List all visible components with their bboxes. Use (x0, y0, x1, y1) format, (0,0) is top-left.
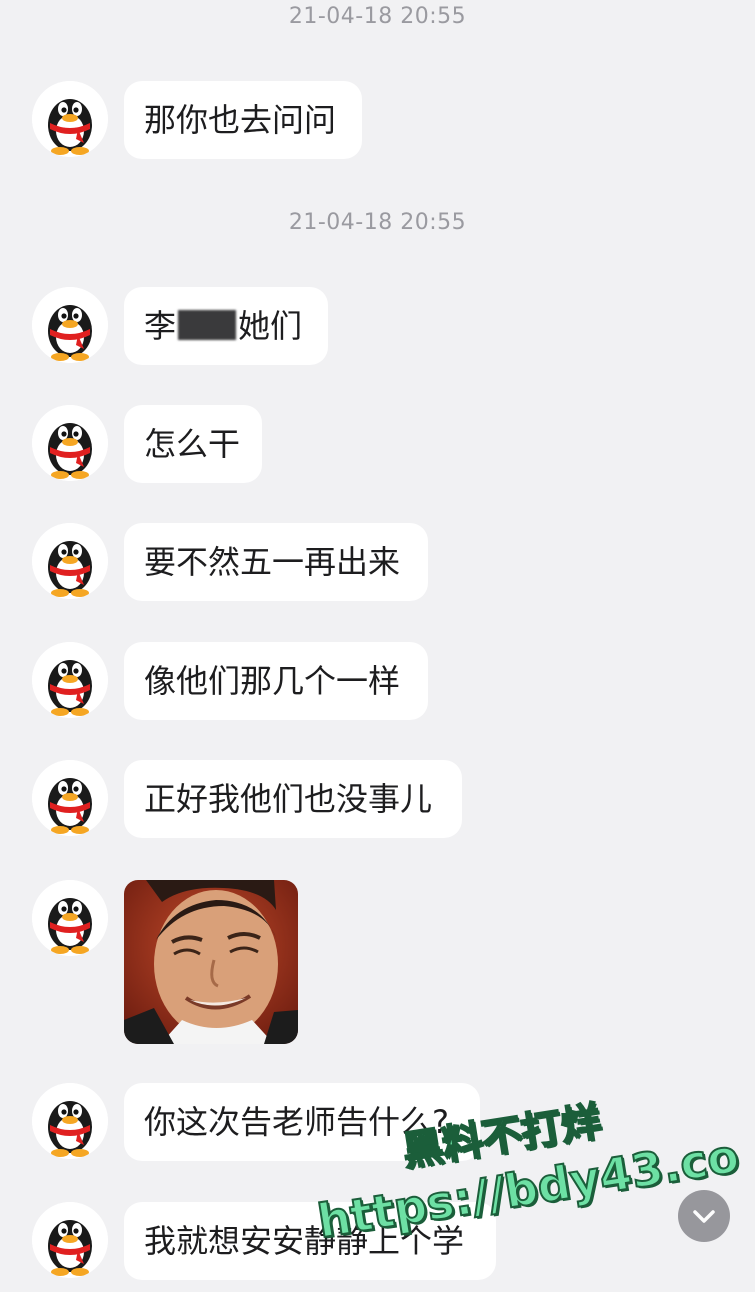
message-text-prefix: 李 (144, 307, 177, 345)
message-bubble[interactable]: 你这次告老师告什么? (124, 1083, 480, 1161)
qq-penguin-avatar-icon (32, 523, 108, 599)
smiling-man-sticker-icon (124, 880, 298, 1044)
qq-penguin-avatar-icon (32, 642, 108, 718)
avatar[interactable] (32, 1083, 108, 1159)
avatar[interactable] (32, 81, 108, 157)
scroll-to-bottom-button[interactable] (678, 1190, 730, 1242)
message-row: 像他们那几个一样 (0, 642, 755, 732)
chevron-down-icon (693, 1210, 715, 1223)
message-bubble[interactable]: 怎么干 (124, 405, 262, 483)
message-row: 怎么干 (0, 405, 755, 495)
message-bubble[interactable]: 要不然五一再出来 (124, 523, 428, 601)
message-bubble[interactable]: 像他们那几个一样 (124, 642, 428, 720)
sticker-image[interactable] (124, 880, 298, 1044)
message-bubble[interactable]: 那你也去问问 (124, 81, 362, 159)
message-bubble[interactable]: 我就想安安静静上个学 (124, 1202, 496, 1280)
avatar[interactable] (32, 642, 108, 718)
avatar[interactable] (32, 760, 108, 836)
message-row: 我就想安安静静上个学 (0, 1202, 755, 1292)
message-row: 要不然五一再出来 (0, 523, 755, 613)
avatar[interactable] (32, 880, 108, 956)
timestamp: 21-04-18 20:55 (288, 4, 467, 29)
qq-penguin-avatar-icon (32, 405, 108, 481)
message-row: 正好我他们也没事儿 (0, 760, 755, 850)
message-bubble[interactable]: 李 她们 (124, 287, 328, 365)
qq-penguin-avatar-icon (32, 1083, 108, 1159)
avatar[interactable] (32, 523, 108, 599)
qq-penguin-avatar-icon (32, 287, 108, 363)
avatar[interactable] (32, 405, 108, 481)
redaction-block (178, 310, 237, 340)
message-text-suffix: 她们 (238, 307, 303, 345)
timestamp: 21-04-18 20:55 (288, 210, 467, 235)
message-row: 那你也去问问 (0, 81, 755, 171)
message-row: 李 她们 (0, 287, 755, 377)
qq-penguin-avatar-icon (32, 760, 108, 836)
qq-penguin-avatar-icon (32, 880, 108, 956)
qq-penguin-avatar-icon (32, 81, 108, 157)
message-bubble[interactable]: 正好我他们也没事儿 (124, 760, 462, 838)
avatar[interactable] (32, 287, 108, 363)
message-row (0, 880, 755, 1046)
message-row: 你这次告老师告什么? (0, 1083, 755, 1173)
